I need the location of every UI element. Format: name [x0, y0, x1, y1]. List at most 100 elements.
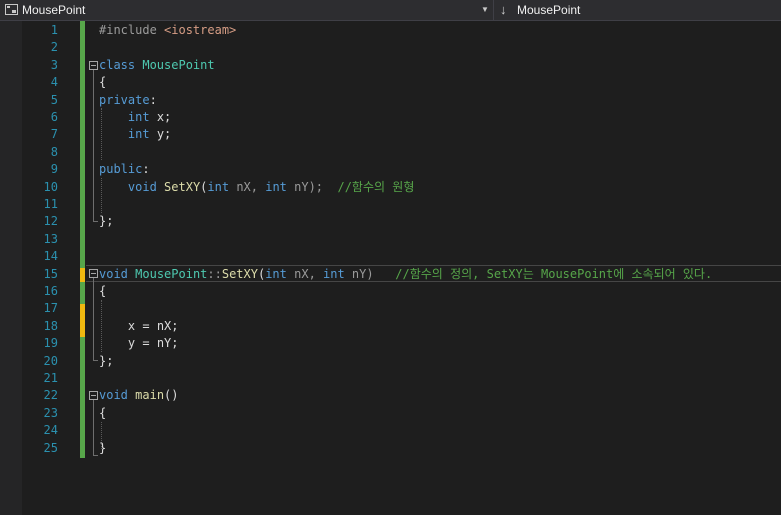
code-token: //함수의 원형: [337, 179, 415, 194]
code-token: {: [99, 284, 107, 298]
line-number: 25: [43, 440, 58, 455]
outline-guide: [93, 70, 94, 221]
code-token: y;: [149, 127, 172, 142]
line-number: 2: [50, 40, 58, 55]
code-token: MousePoint: [142, 57, 215, 72]
code-token: SetXY: [221, 266, 258, 281]
code-line[interactable]: private:: [99, 92, 157, 109]
code-line[interactable]: {: [99, 405, 106, 422]
outline-guide-end: [93, 455, 98, 456]
unsaved-change-mark: [80, 304, 85, 337]
line-number: 10: [43, 179, 58, 194]
code-token: nY): [344, 266, 396, 281]
collapse-icon[interactable]: [89, 61, 98, 70]
code-line[interactable]: void MousePoint::SetXY(int nX, int nY) /…: [99, 266, 712, 283]
code-token: int: [127, 127, 150, 142]
code-token: :: [142, 162, 150, 177]
code-line[interactable]: {: [99, 283, 106, 300]
line-number: 4: [50, 75, 58, 90]
line-number: 24: [43, 423, 58, 438]
code-line[interactable]: void SetXY(int nX, int nY); //함수의 원형: [99, 179, 414, 196]
line-number: 21: [43, 371, 58, 385]
code-line[interactable]: {: [99, 74, 106, 91]
code-token: void: [99, 266, 128, 281]
line-number: 5: [50, 92, 58, 107]
code-line[interactable]: };: [99, 213, 113, 230]
code-token: int: [265, 179, 287, 194]
line-number: 8: [50, 144, 58, 159]
line-number-gutter: 1 2 3 4 5 6 7 8 9 10 11 12 13 14 15 16 17 18 19 20 21 22 23 24 2…: [22, 21, 58, 515]
code-token: x;: [149, 110, 172, 124]
collapse-icon[interactable]: [89, 391, 98, 400]
line-number: 11: [43, 197, 58, 211]
line-number: 13: [43, 231, 58, 246]
code-token: ::: [207, 266, 222, 281]
code-token: nX,: [229, 179, 266, 194]
code-token: :: [149, 92, 157, 107]
indicator-margin: [0, 21, 22, 515]
line-number: 1: [50, 23, 58, 37]
code-token: class: [99, 57, 143, 72]
outline-guide: [93, 278, 94, 360]
code-token: main: [135, 388, 165, 403]
class-scope-icon: [5, 4, 18, 15]
scope-label: MousePoint: [22, 3, 86, 17]
line-number: 17: [43, 301, 58, 316]
code-token: public: [99, 162, 143, 177]
line-number: 14: [43, 249, 58, 264]
code-token: SetXY: [164, 179, 201, 194]
code-line[interactable]: int x;: [99, 109, 171, 126]
code-line[interactable]: }: [99, 440, 106, 457]
outline-guide: [93, 400, 94, 455]
code-token: };: [99, 353, 114, 368]
line-number: 20: [43, 353, 58, 368]
line-number: 7: [50, 127, 58, 142]
code-line[interactable]: int y;: [99, 126, 171, 143]
line-number: 18: [43, 318, 58, 333]
code-token: <iostream>: [164, 23, 237, 37]
code-line[interactable]: void main(): [99, 387, 179, 404]
line-number: 16: [43, 284, 58, 298]
line-number: 3: [50, 57, 58, 72]
code-token: {: [99, 405, 107, 420]
code-token: MousePoint: [135, 266, 208, 281]
dropdown-arrow-icon[interactable]: ▼: [480, 4, 490, 16]
code-line[interactable]: };: [99, 353, 113, 370]
line-number: 12: [43, 214, 58, 229]
code-token: = nY;: [135, 336, 179, 351]
code-token: = nX;: [135, 318, 179, 333]
line-number: 23: [43, 405, 58, 420]
line-number: 22: [43, 388, 58, 403]
line-number: 9: [50, 162, 58, 177]
code-token: int: [127, 110, 150, 124]
member-selector[interactable]: MousePoint: [517, 3, 580, 17]
code-line[interactable]: #include <iostream>: [99, 22, 236, 39]
outline-guide-end: [93, 221, 98, 222]
code-token: int: [207, 179, 230, 194]
line-number: 15: [43, 266, 58, 281]
navigation-bar: MousePoint ▼ ↓ MousePoint: [0, 0, 781, 21]
code-editor[interactable]: 1 2 3 4 5 6 7 8 9 10 11 12 13 14 15 16 17 18 19 20 21 22 23 24 2…: [0, 21, 781, 515]
scope-selector[interactable]: MousePoint ▼: [0, 0, 494, 20]
collapse-icon[interactable]: [89, 269, 98, 278]
code-token: int: [265, 266, 287, 281]
code-token: //함수의 정의, SetXY는 MousePoint에 소속되어 있다.: [395, 266, 713, 281]
code-line[interactable]: y = nY;: [99, 335, 179, 352]
unsaved-change-mark: [80, 268, 85, 282]
code-token: };: [99, 214, 114, 229]
code-token: #include: [99, 23, 165, 37]
code-line[interactable]: x = nX;: [99, 318, 179, 335]
code-line[interactable]: class MousePoint: [99, 57, 215, 74]
code-token: }: [99, 440, 107, 455]
code-token: nX,: [286, 266, 324, 281]
code-line[interactable]: public:: [99, 161, 150, 178]
down-arrow-icon: ↓: [500, 2, 507, 17]
line-number: 6: [50, 110, 58, 124]
code-token: void: [127, 179, 157, 194]
